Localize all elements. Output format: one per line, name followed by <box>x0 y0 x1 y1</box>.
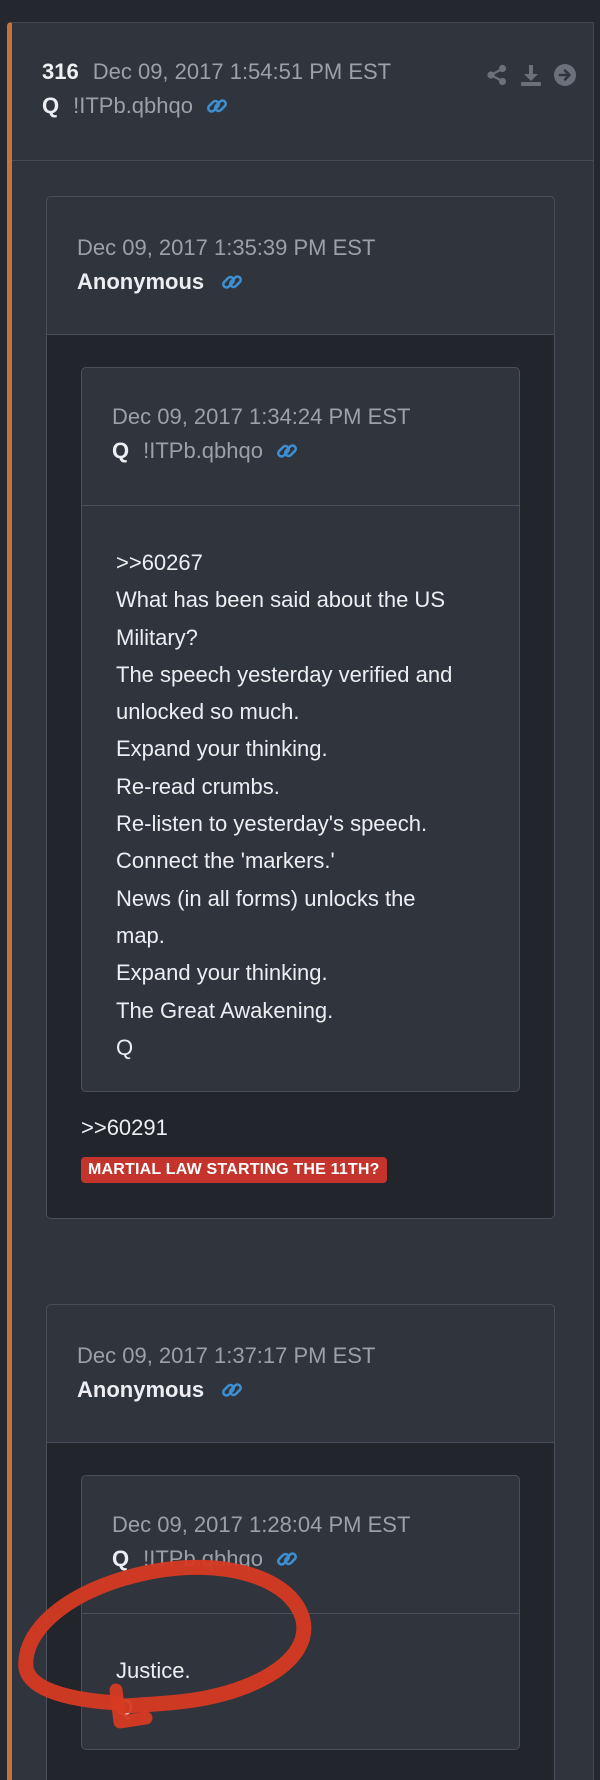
arrow-right-circle-icon[interactable] <box>553 63 577 87</box>
nested-quote-tripcode: !ITPb.qbhqo <box>143 1546 263 1571</box>
post-header: 316 Dec 09, 2017 1:54:51 PM EST Q !ITPb.… <box>12 23 593 161</box>
nested-quote-date: Dec 09, 2017 1:28:04 PM EST <box>112 1512 411 1537</box>
message-line: Expand your thinking. <box>116 736 328 762</box>
message-line: Re-read crumbs. <box>116 773 280 799</box>
link-icon[interactable] <box>220 1378 244 1402</box>
post-number: 316 <box>42 59 79 84</box>
message-line: The Great Awakening. <box>116 997 334 1023</box>
quoted-post-header: Dec 09, 2017 1:37:17 PM EST Anonymous <box>47 1305 554 1443</box>
link-icon[interactable] <box>205 94 229 118</box>
message-line: News (in all forms) unlocks the <box>116 885 416 911</box>
post-tripcode: !ITPb.qbhqo <box>73 93 193 118</box>
quoted-post-1: Dec 09, 2017 1:35:39 PM EST Anonymous De… <box>46 196 555 1219</box>
message-line: map. <box>116 922 165 948</box>
nested-quote-text: >>60267 What has been said about the US … <box>82 506 519 1066</box>
quoted-post-author: Anonymous <box>77 269 205 294</box>
nested-quote-1: Dec 09, 2017 1:34:24 PM EST Q !ITPb.qbhq… <box>81 367 520 1092</box>
message-line: Re-listen to yesterday's speech. <box>116 811 428 837</box>
nested-quote-tripcode: !ITPb.qbhqo <box>143 438 263 463</box>
post-author: Q <box>42 93 60 118</box>
link-icon[interactable] <box>275 439 299 463</box>
nested-quote-header: Dec 09, 2017 1:34:24 PM EST Q !ITPb.qbhq… <box>82 368 519 506</box>
quoted-post-header: Dec 09, 2017 1:35:39 PM EST Anonymous <box>47 197 554 335</box>
tag-badge: MARTIAL LAW STARTING THE 11TH? <box>81 1157 387 1183</box>
quote-link[interactable]: >>60267 <box>116 544 519 581</box>
quoted-post-date: Dec 09, 2017 1:35:39 PM EST <box>77 235 376 260</box>
message-line: unlocked so much. <box>116 699 300 725</box>
download-icon[interactable] <box>519 63 543 87</box>
reply-reference[interactable]: >>60291 <box>81 1115 168 1141</box>
message-line: Q <box>116 1695 134 1721</box>
quoted-post-2: Dec 09, 2017 1:37:17 PM EST Anonymous De… <box>46 1304 555 1780</box>
message-line: Q <box>116 1034 134 1060</box>
nested-quote-header: Dec 09, 2017 1:28:04 PM EST Q !ITPb.qbhq… <box>82 1476 519 1614</box>
share-icon[interactable] <box>485 63 509 87</box>
message-line: What has been said about the US <box>116 587 445 613</box>
nested-quote-author: Q <box>112 1546 130 1571</box>
post-actions <box>485 63 577 87</box>
nested-quote-author: Q <box>112 438 130 463</box>
message-line: The speech yesterday verified and <box>116 661 453 687</box>
message-line: Connect the 'markers.' <box>116 848 335 874</box>
nested-quote-2: Dec 09, 2017 1:28:04 PM EST Q !ITPb.qbhq… <box>81 1475 520 1750</box>
link-icon[interactable] <box>220 270 244 294</box>
quoted-post-body: Dec 09, 2017 1:34:24 PM EST Q !ITPb.qbhq… <box>47 335 554 1218</box>
message-line: Military? <box>116 624 198 650</box>
quoted-post-body: Dec 09, 2017 1:28:04 PM EST Q !ITPb.qbhq… <box>47 1443 554 1780</box>
nested-quote-text: Justice. Q <box>82 1614 519 1727</box>
quoted-post-author: Anonymous <box>77 1377 205 1402</box>
message-line: Justice. <box>116 1658 191 1683</box>
nested-quote-date: Dec 09, 2017 1:34:24 PM EST <box>112 404 411 429</box>
post-card: 316 Dec 09, 2017 1:54:51 PM EST Q !ITPb.… <box>7 22 594 1780</box>
message-line: Expand your thinking. <box>116 960 328 986</box>
quoted-post-date: Dec 09, 2017 1:37:17 PM EST <box>77 1343 376 1368</box>
link-icon[interactable] <box>275 1547 299 1571</box>
post-date: Dec 09, 2017 1:54:51 PM EST <box>92 59 392 84</box>
